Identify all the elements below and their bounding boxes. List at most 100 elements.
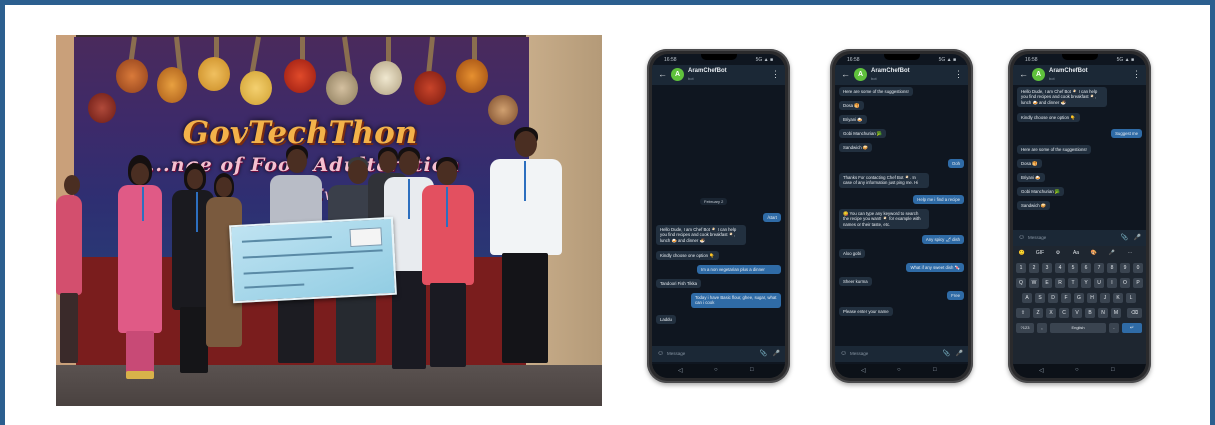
keyboard-key[interactable]: 8 — [1107, 263, 1117, 273]
back-arrow-icon[interactable]: ← — [841, 69, 850, 79]
keyboard-row-3: ⇧ Z X C V B N M ⌫ — [1013, 308, 1146, 321]
message-input-bar[interactable]: ☺ Message 📎 🎤 — [1013, 230, 1146, 246]
keyboard-key[interactable]: G — [1074, 293, 1084, 303]
back-arrow-icon[interactable]: ← — [658, 69, 667, 79]
nav-back-icon[interactable]: ◁ — [678, 367, 683, 374]
keyboard-key[interactable]: P — [1133, 278, 1143, 288]
keyboard-key[interactable]: Z — [1033, 308, 1043, 318]
emoji-icon[interactable]: ☺ — [657, 350, 664, 357]
keyboard-key[interactable]: 5 — [1068, 263, 1078, 273]
keyboard-key[interactable]: 3 — [1042, 263, 1052, 273]
keyboard-key[interactable]: K — [1113, 293, 1123, 303]
bot-avatar[interactable]: A — [854, 68, 867, 81]
keyboard-key[interactable]: , — [1037, 323, 1047, 333]
symbols-key[interactable]: ?123 — [1016, 323, 1034, 333]
chat-header: ← A AramChefBot bot ⋮ — [835, 65, 968, 85]
nav-home-icon[interactable]: ○ — [1075, 367, 1079, 373]
message-bubble: Please enter your name — [839, 307, 893, 317]
keyboard-key[interactable]: 🎨 — [1089, 248, 1099, 258]
keyboard-key[interactable]: . — [1109, 323, 1119, 333]
nav-recent-icon[interactable]: □ — [1111, 367, 1115, 373]
mic-icon[interactable]: 🎤 — [1134, 234, 1141, 241]
nav-recent-icon[interactable]: □ — [750, 367, 754, 373]
keyboard-key[interactable]: ⚙ — [1053, 248, 1063, 258]
keyboard-key[interactable]: X — [1046, 308, 1056, 318]
keyboard-key[interactable]: 2 — [1029, 263, 1039, 273]
attach-icon[interactable]: 📎 — [943, 350, 950, 357]
enter-key[interactable]: ↵ — [1122, 323, 1142, 333]
keyboard-key[interactable]: J — [1100, 293, 1110, 303]
chat-screen: 16:58 5G ▲ ■ ← A AramChefBot bot ⋮ Here … — [835, 54, 968, 378]
message-bubble: Suggest me — [1111, 129, 1142, 139]
message-input-bar[interactable]: ☺ Message 📎 🎤 — [652, 346, 785, 362]
nav-back-icon[interactable]: ◁ — [1039, 367, 1044, 374]
keyboard-key[interactable]: C — [1059, 308, 1069, 318]
message-bubble: Tandoori Fish Tikka — [656, 279, 702, 289]
keyboard-key[interactable]: I — [1107, 278, 1117, 288]
nav-recent-icon[interactable]: □ — [933, 367, 937, 373]
backspace-key[interactable]: ⌫ — [1127, 308, 1142, 318]
keyboard-key[interactable]: S — [1035, 293, 1045, 303]
message-input[interactable]: Message — [850, 351, 868, 356]
space-key[interactable]: English — [1050, 323, 1106, 333]
keyboard-key[interactable]: Q — [1016, 278, 1026, 288]
keyboard-key[interactable]: GIF — [1035, 248, 1045, 258]
keyboard-key[interactable]: 9 — [1120, 263, 1130, 273]
keyboard-key[interactable]: 🎤 — [1107, 248, 1117, 258]
keyboard-key[interactable]: W — [1029, 278, 1039, 288]
keyboard-key[interactable]: U — [1094, 278, 1104, 288]
keyboard-key[interactable]: 🙂 — [1017, 248, 1027, 258]
keyboard-row-2: A S D F G H J K L — [1013, 293, 1146, 306]
keyboard-key[interactable]: O — [1120, 278, 1130, 288]
bot-avatar[interactable]: A — [671, 68, 684, 81]
keyboard-key[interactable]: F — [1061, 293, 1071, 303]
keyboard-key[interactable]: 4 — [1055, 263, 1065, 273]
message-input[interactable]: Message — [667, 351, 685, 356]
back-arrow-icon[interactable]: ← — [1019, 69, 1028, 79]
phone-mockup-2: 16:58 5G ▲ ■ ← A AramChefBot bot ⋮ Here … — [830, 49, 973, 383]
keyboard-key[interactable]: 6 — [1081, 263, 1091, 273]
keyboard-key[interactable]: L — [1126, 293, 1136, 303]
phone-mockup-3: 16:58 5G ▲ ■ ← A AramChefBot bot ⋮ Hello… — [1008, 49, 1151, 383]
message-bubble: Sheer kurma — [839, 277, 872, 287]
message-input-bar[interactable]: ☺ Message 📎 🎤 — [835, 346, 968, 362]
keyboard-key[interactable]: A — [1022, 293, 1032, 303]
keyboard-key[interactable]: E — [1042, 278, 1052, 288]
keyboard-key[interactable]: D — [1048, 293, 1058, 303]
nav-home-icon[interactable]: ○ — [714, 367, 718, 373]
more-options-icon[interactable]: ⋮ — [1132, 69, 1141, 79]
keyboard-key[interactable]: H — [1087, 293, 1097, 303]
attach-icon[interactable]: 📎 — [760, 350, 767, 357]
message-input[interactable]: Message — [1028, 235, 1046, 240]
keyboard-key[interactable]: ⋯ — [1125, 248, 1135, 258]
message-bubble: Here are some of the suggestions! — [839, 87, 913, 97]
keyboard-key[interactable]: R — [1055, 278, 1065, 288]
message-bubble: Free — [947, 291, 964, 301]
keyboard-key[interactable]: 0 — [1133, 263, 1143, 273]
mic-icon[interactable]: 🎤 — [956, 350, 963, 357]
message-bubble: /start — [763, 213, 781, 223]
keyboard-key[interactable]: 7 — [1094, 263, 1104, 273]
keyboard-key[interactable]: B — [1085, 308, 1095, 318]
emoji-icon[interactable]: ☺ — [840, 350, 847, 357]
bot-avatar[interactable]: A — [1032, 68, 1045, 81]
nav-home-icon[interactable]: ○ — [897, 367, 901, 373]
keyboard-key[interactable]: N — [1098, 308, 1108, 318]
emoji-icon[interactable]: ☺ — [1018, 234, 1025, 241]
keyboard-key[interactable]: Aa — [1071, 248, 1081, 258]
keyboard-key[interactable]: Y — [1081, 278, 1091, 288]
more-options-icon[interactable]: ⋮ — [954, 69, 963, 79]
keyboard-key[interactable]: M — [1111, 308, 1121, 318]
keyboard-key[interactable]: 1 — [1016, 263, 1026, 273]
more-options-icon[interactable]: ⋮ — [771, 69, 780, 79]
keyboard-key[interactable]: T — [1068, 278, 1078, 288]
message-bubble: Any spicy 🌶 dish — [921, 235, 964, 245]
keyboard-key[interactable]: V — [1072, 308, 1082, 318]
attach-icon[interactable]: 📎 — [1121, 234, 1128, 241]
system-nav-bar: ◁ ○ □ — [652, 364, 785, 378]
nav-back-icon[interactable]: ◁ — [861, 367, 866, 374]
shift-key[interactable]: ⇧ — [1016, 308, 1030, 318]
message-bubble: Ooh — [947, 159, 964, 169]
message-bubble: Hello Dude, I am Chef Bot 🍳 I can help y… — [1017, 87, 1107, 107]
mic-icon[interactable]: 🎤 — [773, 350, 780, 357]
